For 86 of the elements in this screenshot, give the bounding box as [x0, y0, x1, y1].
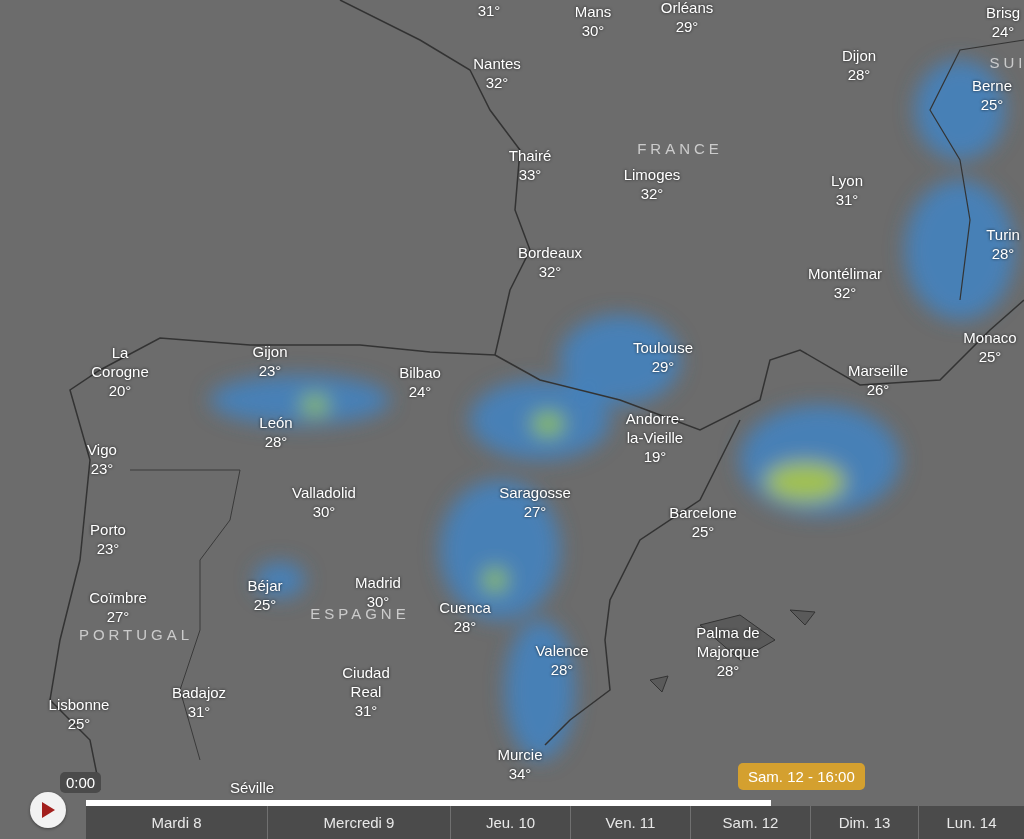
city-name: Séville — [229, 778, 275, 797]
day-tab[interactable]: Dim. 13 — [810, 806, 918, 839]
city-name: Montélimar — [807, 264, 883, 283]
temperature: 20° — [108, 381, 132, 400]
city-name: Berne — [972, 76, 1012, 95]
city-name: Badajoz — [171, 683, 227, 702]
city-name: Turin — [986, 225, 1020, 244]
play-button[interactable] — [30, 792, 66, 828]
temperature: 31° — [477, 1, 501, 20]
temperature: 33° — [518, 165, 542, 184]
temperature: 30° — [581, 21, 605, 40]
city-name: León — [259, 413, 293, 432]
temperature: 29° — [651, 357, 675, 376]
temperature: 25° — [978, 347, 1002, 366]
city-name: Limoges — [623, 165, 681, 184]
city-name: Orléans — [660, 0, 714, 17]
temperature: 32° — [538, 262, 562, 281]
day-tab[interactable]: Mardi 8 — [86, 806, 267, 839]
temperature: 32° — [833, 283, 857, 302]
temperature: 26° — [866, 380, 890, 399]
temperature: 27° — [106, 607, 130, 626]
temperature: 25° — [253, 595, 277, 614]
country-label: SUI — [989, 53, 1024, 72]
temperature: 31° — [187, 702, 211, 721]
temperature: 23° — [258, 361, 282, 380]
temperature: 24° — [408, 382, 432, 401]
city-name: Dijon — [841, 46, 877, 65]
city-name: Palma de Majorque — [695, 623, 761, 661]
temperature: 31° — [835, 190, 859, 209]
temperature: 25° — [691, 522, 715, 541]
city-name: Nantes — [473, 54, 521, 73]
temperature: 30° — [312, 502, 336, 521]
day-tab[interactable]: Mercredi 9 — [267, 806, 450, 839]
temperature: 25° — [980, 95, 1004, 114]
temperature: 28° — [847, 65, 871, 84]
city-name: Lyon — [831, 171, 863, 190]
city-name: Marseille — [848, 361, 908, 380]
temperature: 23° — [90, 459, 114, 478]
temperature: 28° — [716, 661, 740, 680]
city-name: Vigo — [87, 440, 117, 459]
day-tab[interactable]: Sam. 12 — [690, 806, 810, 839]
city-name: Cuenca — [439, 598, 491, 617]
city-name: Toulouse — [633, 338, 693, 357]
temperature: 27° — [523, 502, 547, 521]
city-name: Barcelone — [669, 503, 737, 522]
city-name: Monaco — [963, 328, 1017, 347]
city-name: Porto — [90, 520, 126, 539]
temperature: 24° — [991, 22, 1015, 41]
city-name: Brisg — [985, 3, 1021, 22]
city-name: Bordeaux — [517, 243, 583, 262]
temperature: 34° — [508, 764, 532, 783]
day-tab[interactable]: Lun. 14 — [918, 806, 1024, 839]
temperature: 32° — [640, 184, 664, 203]
play-icon — [40, 801, 56, 819]
city-name: Gijon — [252, 342, 288, 361]
time-tooltip: Sam. 12 - 16:00 — [738, 763, 865, 790]
city-name: Lisbonne — [48, 695, 110, 714]
temperature: 28° — [991, 244, 1015, 263]
city-name: Saragosse — [499, 483, 571, 502]
temperature: 23° — [96, 539, 120, 558]
city-name: Mans — [574, 2, 612, 21]
city-name: Thairé — [508, 146, 552, 165]
time-label: 0:00 — [60, 772, 102, 793]
temperature: 28° — [264, 432, 288, 451]
city-name: Andorre-la-Vieille — [624, 409, 686, 447]
city-name: Madrid — [355, 573, 401, 592]
day-tab[interactable]: Ven. 11 — [570, 806, 690, 839]
temperature: 19° — [643, 447, 667, 466]
country-label: PORTUGAL — [78, 625, 194, 644]
city-name: Béjar — [247, 576, 283, 595]
city-name: Ciudad Real — [341, 663, 391, 701]
temperature: 25° — [67, 714, 91, 733]
day-tab[interactable]: Jeu. 10 — [450, 806, 570, 839]
temperature: 32° — [485, 73, 509, 92]
city-name: Valence — [535, 641, 589, 660]
city-name: La Corogne — [90, 343, 150, 381]
temperature: 30° — [366, 592, 390, 610]
city-name: Murcie — [497, 745, 543, 764]
city-name: Valladolid — [292, 483, 356, 502]
city-name: Bilbao — [399, 363, 441, 382]
city-name: Coïmbre — [89, 588, 147, 607]
temperature: 29° — [675, 17, 699, 36]
temperature: 28° — [453, 617, 477, 636]
country-label: FRANCE — [637, 139, 723, 158]
temperature: 31° — [354, 701, 378, 720]
temperature: 28° — [550, 660, 574, 679]
